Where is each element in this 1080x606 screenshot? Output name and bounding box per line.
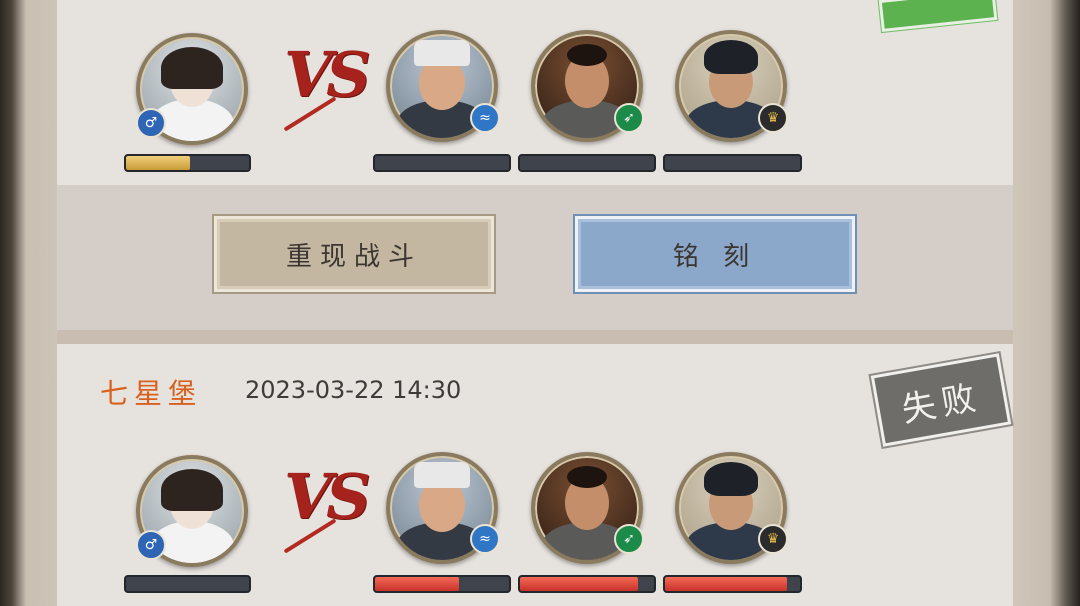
action-bar [57, 185, 1013, 330]
vs-label: VS [284, 38, 371, 111]
vs-label: VS [284, 460, 371, 533]
battle-timestamp: 2023-03-22 14:30 [245, 376, 462, 404]
enemy-hp-bar-2 [518, 154, 656, 172]
gold-crest-icon: ♛ [758, 524, 788, 554]
player-hp-bar [124, 575, 251, 593]
guild-name: 七星堡 [100, 377, 203, 410]
engrave-button[interactable]: 铭 刻 [575, 216, 855, 292]
hp-fill [665, 577, 787, 591]
water-spirit-icon: ≈ [470, 524, 500, 554]
enemy-hp-bar-1 [373, 575, 511, 593]
enemy-hp-bar-2 [518, 575, 656, 593]
hp-fill [126, 156, 190, 170]
hp-fill [520, 577, 638, 591]
left-frame [0, 0, 58, 606]
hp-fill [375, 577, 460, 591]
green-arrow-icon: ➶ [614, 103, 644, 133]
water-spirit-icon: ≈ [470, 103, 500, 133]
male-symbol-icon: ♂ [136, 108, 166, 138]
player-hp-bar [124, 154, 251, 172]
green-arrow-icon: ➶ [614, 524, 644, 554]
enemy-hp-bar-1 [373, 154, 511, 172]
right-frame [1013, 0, 1080, 606]
enemy-hp-bar-3 [663, 154, 802, 172]
replay-battle-button[interactable]: 重现战斗 [214, 216, 494, 292]
male-symbol-icon: ♂ [136, 530, 166, 560]
gold-crest-icon: ♛ [758, 103, 788, 133]
enemy-hp-bar-3 [663, 575, 802, 593]
divider [57, 330, 1013, 344]
